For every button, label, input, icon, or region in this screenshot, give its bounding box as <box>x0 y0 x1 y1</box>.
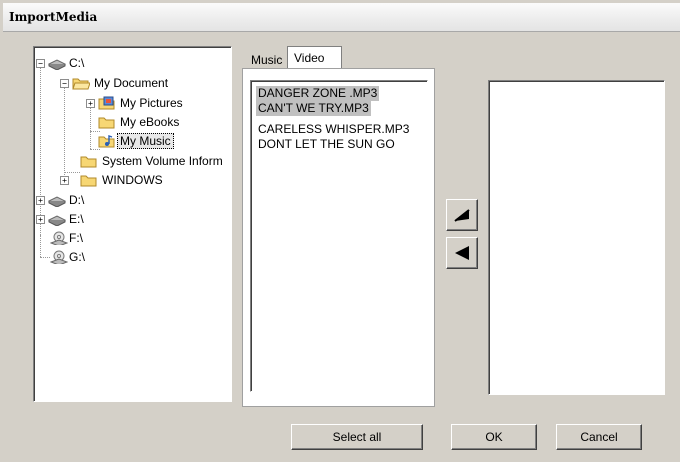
expand-toggle[interactable]: + <box>36 196 45 205</box>
left-arrow-icon <box>455 246 469 260</box>
cd-drive-icon <box>50 250 68 264</box>
cd-drive-icon <box>50 231 68 245</box>
tree-item-label: My Document <box>94 76 169 90</box>
tree-item-label: E:\ <box>69 212 84 226</box>
add-to-list-button[interactable] <box>446 199 478 231</box>
tree-item-label: WINDOWS <box>102 173 163 187</box>
tree-item-label: C:\ <box>69 56 85 70</box>
folder-icon <box>80 156 97 168</box>
ok-button[interactable]: OK <box>451 424 537 450</box>
hard-drive-icon <box>48 196 66 207</box>
expand-toggle[interactable]: + <box>60 176 69 185</box>
tree-item-label: F:\ <box>69 231 83 245</box>
expand-toggle[interactable]: + <box>36 215 45 224</box>
tree-item-label: My Music <box>117 133 174 149</box>
list-item[interactable]: CARELESS WHISPER.MP3 <box>256 122 411 137</box>
pictures-folder-icon <box>98 96 115 110</box>
expand-toggle[interactable]: + <box>86 99 95 108</box>
tree-item-label: D:\ <box>69 193 85 207</box>
hard-drive-icon <box>48 215 66 226</box>
list-item[interactable]: DONT LET THE SUN GO <box>256 137 397 152</box>
tree-item-label: My eBooks <box>120 115 180 129</box>
file-list[interactable]: DANGER ZONE .MP3 CAN'T WE TRY.MP3 CARELE… <box>250 80 428 392</box>
tab-video[interactable]: Video <box>287 46 342 68</box>
folder-tree[interactable]: − C:\ − My Document + My Pictures My eBo… <box>33 46 232 402</box>
list-item[interactable]: CAN'T WE TRY.MP3 <box>256 101 371 116</box>
tab-music[interactable]: Music <box>246 50 287 68</box>
right-arrow-icon <box>454 209 470 222</box>
folder-open-icon <box>72 78 90 90</box>
collapse-toggle[interactable]: − <box>60 79 69 88</box>
tree-item-label: My Pictures <box>120 96 183 110</box>
folder-icon <box>80 175 97 187</box>
import-media-window: ImportMedia − C:\ − My Document + My Pic… <box>0 0 680 462</box>
cancel-button[interactable]: Cancel <box>556 424 642 450</box>
music-folder-icon <box>98 135 115 148</box>
tree-item-label: System Volume Inform <box>102 154 223 168</box>
folder-icon <box>98 117 115 129</box>
hard-drive-icon <box>48 59 66 70</box>
select-all-button[interactable]: Select all <box>291 424 423 450</box>
title-bar[interactable]: ImportMedia <box>3 3 680 32</box>
window-title: ImportMedia <box>9 10 98 24</box>
collapse-toggle[interactable]: − <box>36 59 45 68</box>
tree-item-label: G:\ <box>69 250 86 264</box>
import-list[interactable] <box>488 80 665 395</box>
remove-from-list-button[interactable] <box>446 237 478 269</box>
list-item[interactable]: DANGER ZONE .MP3 <box>256 86 380 101</box>
